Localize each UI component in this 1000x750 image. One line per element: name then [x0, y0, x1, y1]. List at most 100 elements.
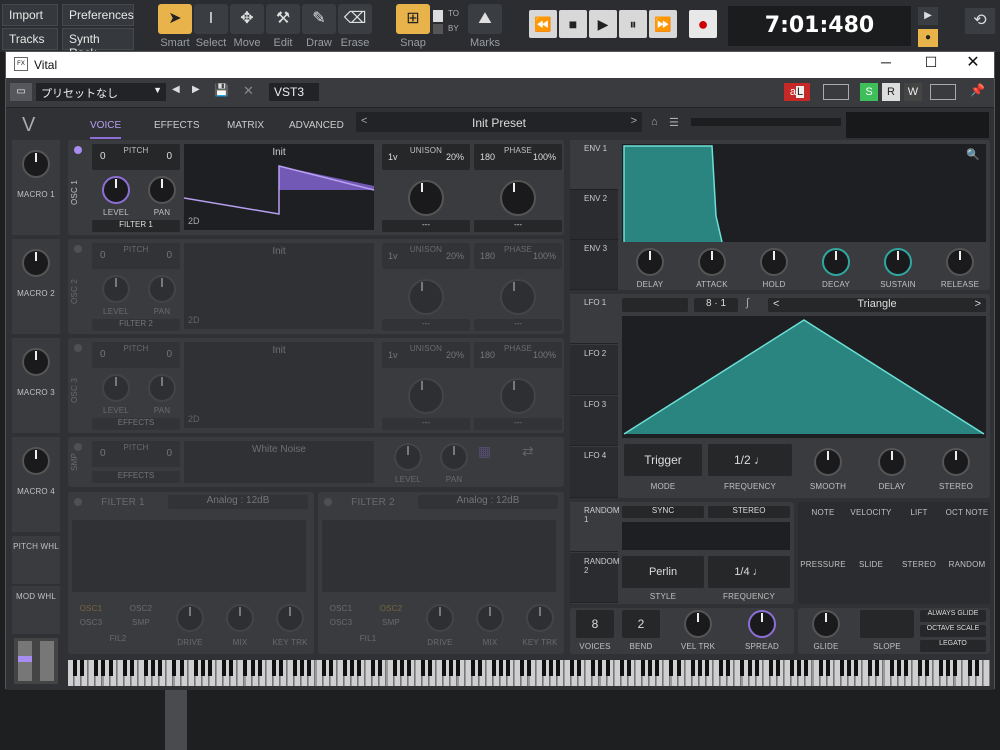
black-key[interactable]: [179, 660, 184, 676]
black-key[interactable]: [144, 660, 148, 676]
midi-keyboard-icon[interactable]: [930, 84, 956, 100]
black-key[interactable]: [357, 660, 361, 676]
metronome-icon[interactable]: ●: [918, 29, 938, 47]
black-key[interactable]: [619, 660, 624, 676]
random-sync-button[interactable]: SYNC: [622, 506, 704, 518]
tab-env-2[interactable]: ENV 2: [570, 190, 618, 240]
pin-icon[interactable]: 📌: [970, 83, 985, 97]
lfo-mode-value[interactable]: Trigger: [624, 444, 702, 476]
black-key[interactable]: [470, 660, 475, 676]
osc-3-pitch[interactable]: 0 PITCH 0: [92, 342, 180, 368]
snap-button[interactable]: ⊞: [396, 4, 430, 34]
edit-tool-button[interactable]: ⚒: [266, 4, 300, 34]
macro-2-knob[interactable]: [22, 249, 50, 277]
black-key[interactable]: [541, 660, 546, 676]
osc-3-phase[interactable]: 180 PHASE 100%: [474, 342, 562, 368]
lfo-grid[interactable]: 8 · 1: [694, 298, 738, 312]
spread-knob[interactable]: [748, 610, 776, 638]
macro-1-knob[interactable]: [22, 150, 50, 178]
tab-env-3[interactable]: ENV 3: [570, 240, 618, 290]
osc-1-power-toggle[interactable]: [74, 146, 82, 154]
smart-tool-button[interactable]: ➤: [158, 4, 192, 34]
draw-tool-button[interactable]: ✎: [302, 4, 336, 34]
pause-button[interactable]: ⏸: [619, 10, 647, 38]
sample-random-icon[interactable]: ⇄: [522, 443, 552, 479]
black-key[interactable]: [80, 660, 85, 676]
black-key[interactable]: [456, 660, 461, 676]
black-key[interactable]: [307, 660, 312, 676]
sample-waveform[interactable]: White Noise: [184, 441, 374, 483]
black-key[interactable]: [946, 660, 951, 676]
filter-1-src-osc2[interactable]: OSC2: [126, 604, 156, 613]
rewind-button[interactable]: ⏪: [529, 10, 557, 38]
pitch-wheel[interactable]: PITCH WHL: [12, 536, 60, 584]
black-key[interactable]: [229, 660, 234, 676]
osc-1-unison[interactable]: 1v UNISON 20%: [382, 144, 470, 170]
black-key[interactable]: [655, 660, 660, 676]
macro-4[interactable]: MACRO 4: [12, 437, 60, 532]
black-key[interactable]: [648, 660, 653, 676]
macro-4-knob[interactable]: [22, 447, 50, 475]
snap-to-checkbox[interactable]: [433, 10, 443, 22]
mod-stereo[interactable]: STEREO: [896, 560, 942, 569]
black-key[interactable]: [506, 660, 511, 676]
sample-dest[interactable]: EFFECTS: [92, 471, 180, 483]
tab-lfo-3[interactable]: LFO 3: [570, 396, 618, 446]
delete-icon[interactable]: ✕: [243, 83, 254, 99]
random-stereo-button[interactable]: STEREO: [708, 506, 790, 518]
next-icon[interactable]: >: [631, 115, 637, 127]
osc-3-unison[interactable]: 1v UNISON 20%: [382, 342, 470, 368]
black-key[interactable]: [193, 660, 198, 676]
macro-2[interactable]: MACRO 2: [12, 239, 60, 334]
black-key[interactable]: [641, 660, 645, 676]
osc-2-phase-knob[interactable]: [500, 279, 536, 315]
osc-2-unison-knob[interactable]: [408, 279, 444, 315]
mod-random[interactable]: RANDOM: [944, 560, 990, 569]
black-key[interactable]: [577, 660, 582, 676]
play-small-icon[interactable]: ▶: [918, 7, 938, 25]
filter-2-src-osc1[interactable]: OSC1: [326, 604, 356, 613]
osc-3-power-toggle[interactable]: [74, 344, 82, 352]
black-key[interactable]: [669, 660, 674, 676]
lfo-graph[interactable]: [622, 316, 986, 438]
menu-icon[interactable]: ☰: [669, 116, 679, 129]
mod-pressure[interactable]: PRESSURE: [800, 560, 846, 569]
bend-value[interactable]: 2: [622, 610, 660, 638]
lfo-smooth-knob[interactable]: [814, 448, 842, 476]
tab-lfo-1[interactable]: LFO 1: [570, 294, 618, 344]
osc-1-level-knob[interactable]: [102, 176, 130, 204]
black-key[interactable]: [818, 660, 823, 676]
black-key[interactable]: [321, 660, 326, 676]
osc-2-wavetable[interactable]: Init 2D: [184, 243, 374, 329]
black-key[interactable]: [250, 660, 255, 676]
black-key[interactable]: [854, 660, 858, 676]
osc-3-phase-dest[interactable]: ---: [474, 418, 562, 430]
filter-1-power-toggle[interactable]: [74, 498, 82, 506]
volume-meter[interactable]: [691, 118, 841, 126]
black-key[interactable]: [101, 660, 106, 676]
black-key[interactable]: [839, 660, 844, 676]
save-icon[interactable]: 💾: [214, 83, 229, 97]
filter-1-drive-knob[interactable]: [176, 604, 204, 632]
random-style-value[interactable]: Perlin: [622, 556, 704, 588]
filter-2-src-osc2[interactable]: OSC2: [376, 604, 406, 613]
preset-dropdown[interactable]: プリセットなし ▼: [36, 83, 166, 101]
erase-tool-button[interactable]: ⌫: [338, 4, 372, 34]
black-key[interactable]: [271, 660, 276, 676]
black-key[interactable]: [399, 660, 404, 676]
osc-2-unison[interactable]: 1v UNISON 20%: [382, 243, 470, 269]
mod-wheel[interactable]: MOD WHL: [12, 586, 60, 634]
filter-2-graph[interactable]: [322, 520, 556, 592]
select-tool-button[interactable]: I: [194, 4, 228, 34]
black-key[interactable]: [477, 660, 482, 676]
save-preset-icon[interactable]: ⌂: [651, 116, 658, 128]
close-icon[interactable]: ✕: [958, 52, 988, 74]
osc-2-level-knob[interactable]: [102, 275, 130, 303]
macro-1[interactable]: MACRO 1: [12, 140, 60, 235]
a-button[interactable]: aL: [784, 83, 810, 101]
tab-matrix[interactable]: MATRIX: [227, 120, 264, 131]
lfo-prev-shape-icon[interactable]: <: [773, 298, 779, 310]
tab-voice[interactable]: VOICE: [90, 120, 122, 139]
osc-3-wavetable[interactable]: Init 2D: [184, 342, 374, 428]
black-key[interactable]: [378, 660, 383, 676]
